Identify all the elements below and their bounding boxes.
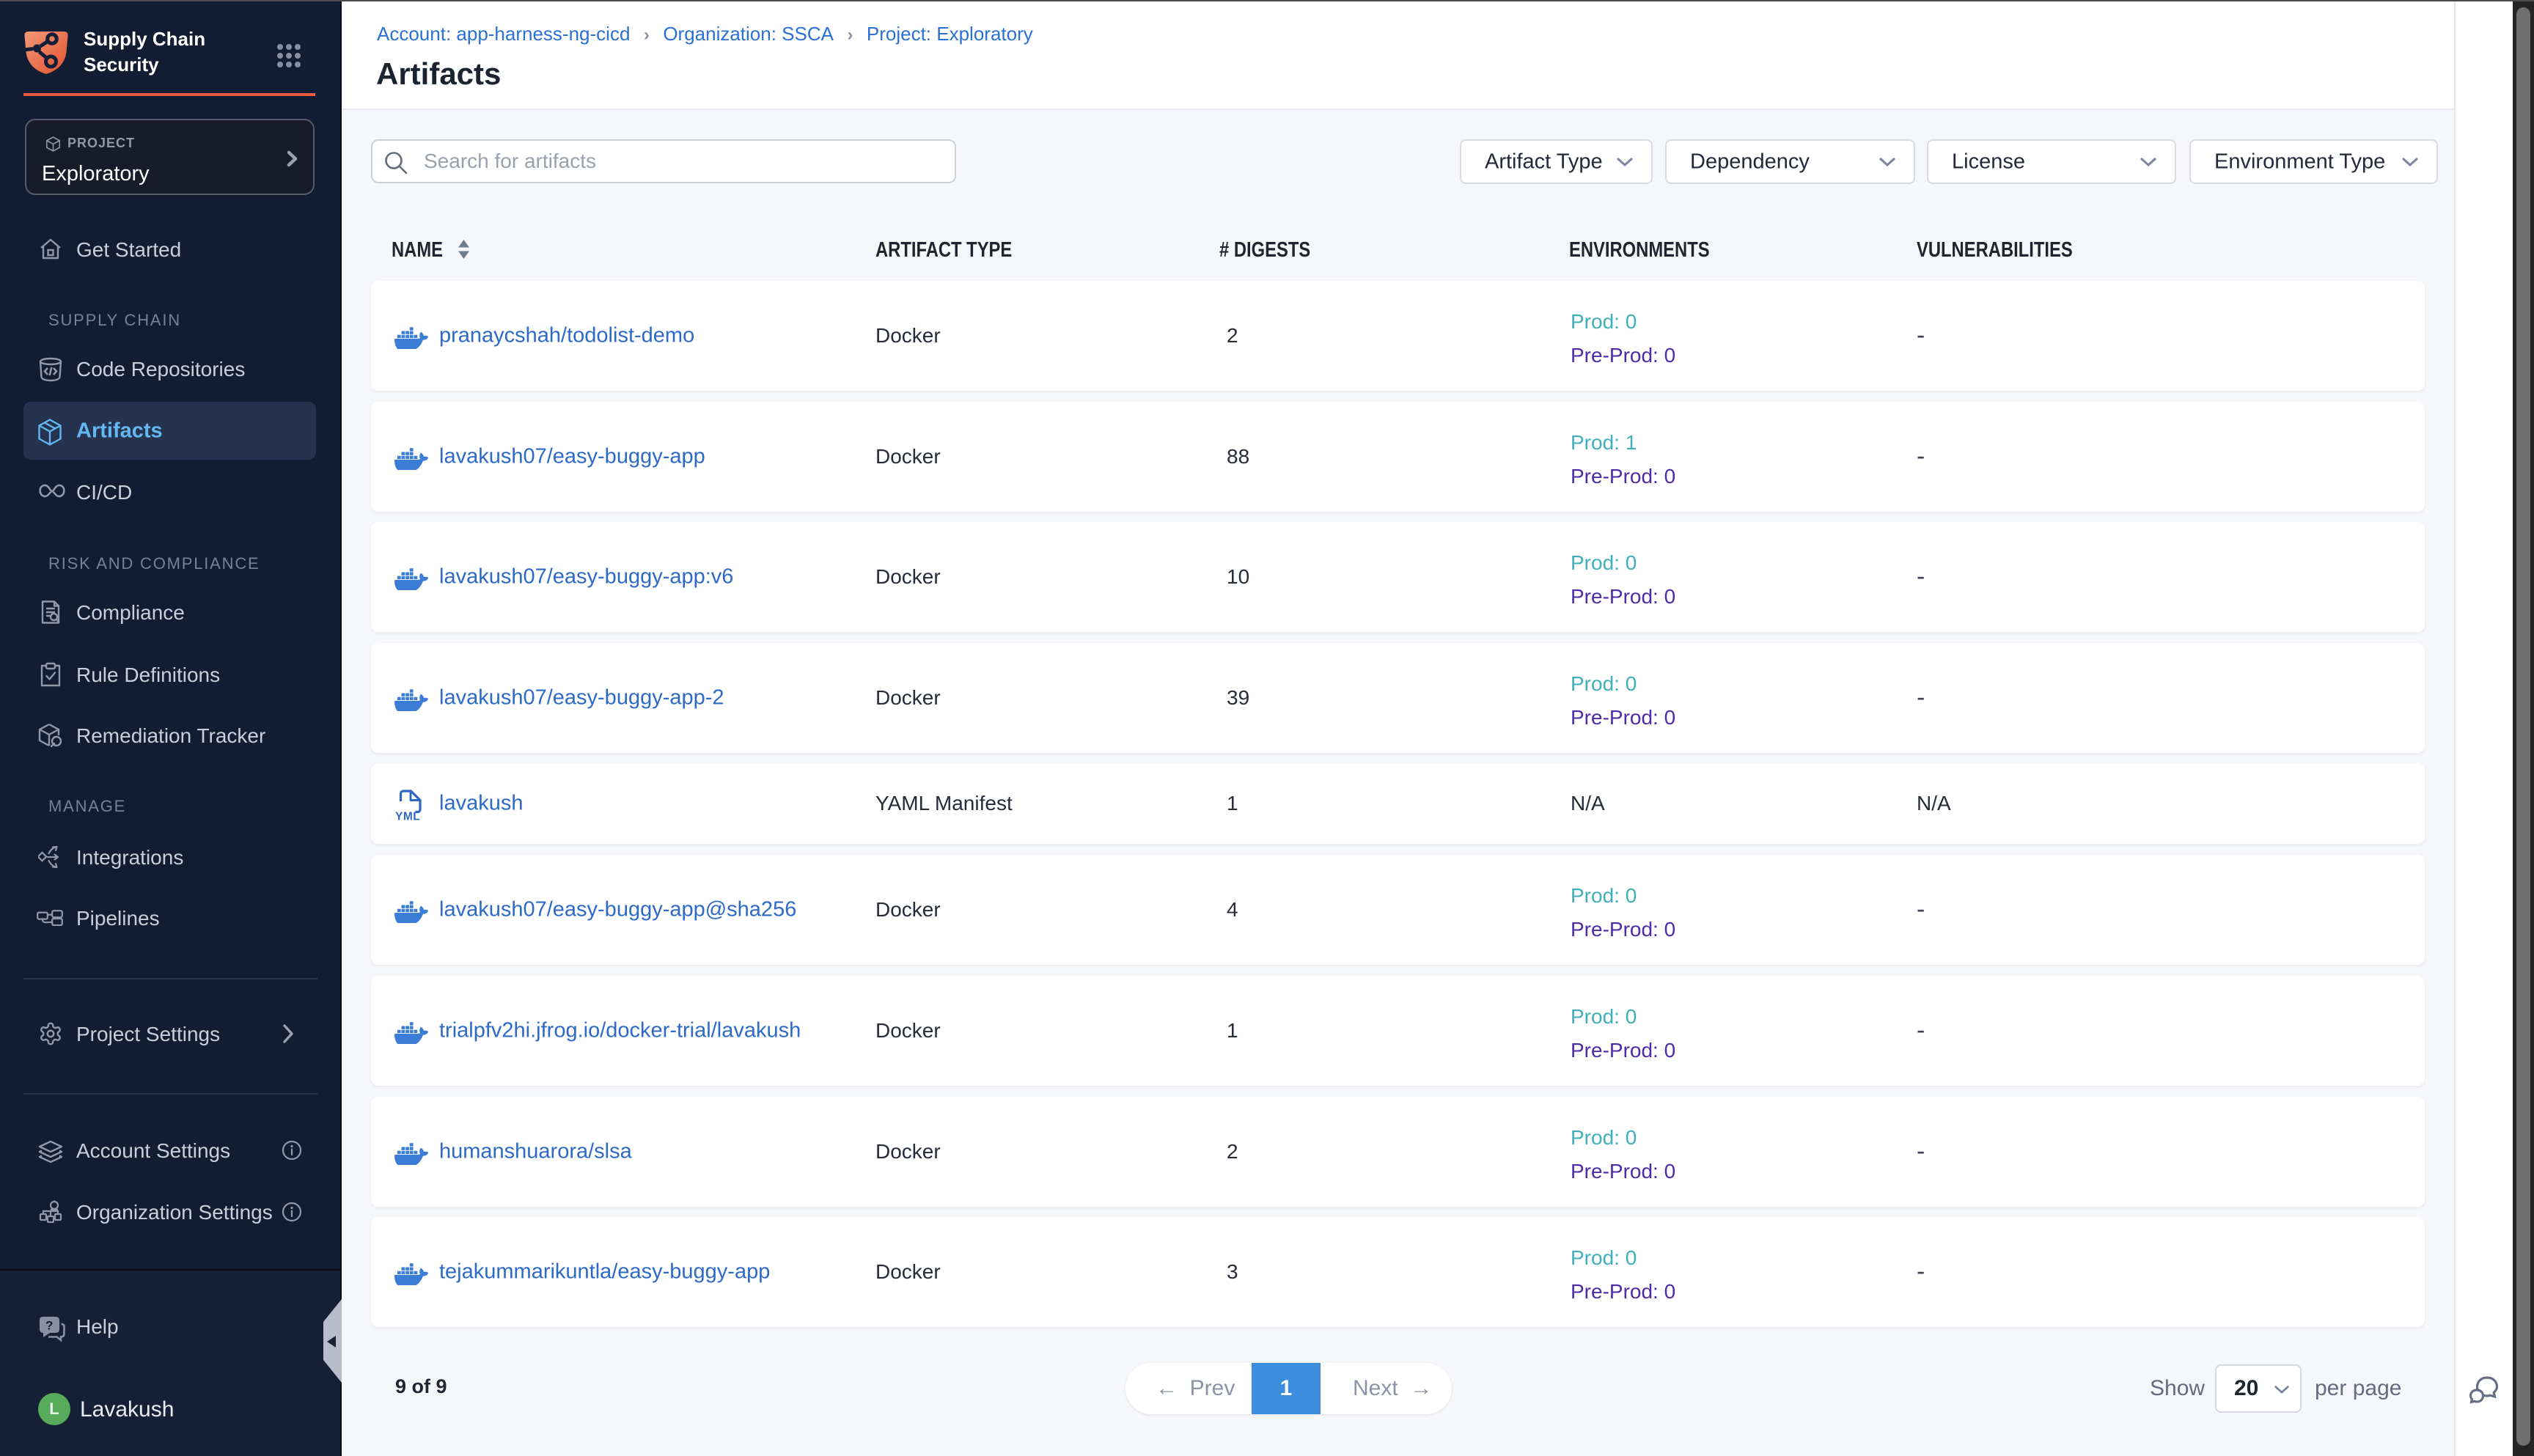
svg-text:YML: YML [395, 811, 420, 822]
svg-text:?: ? [45, 1319, 53, 1333]
